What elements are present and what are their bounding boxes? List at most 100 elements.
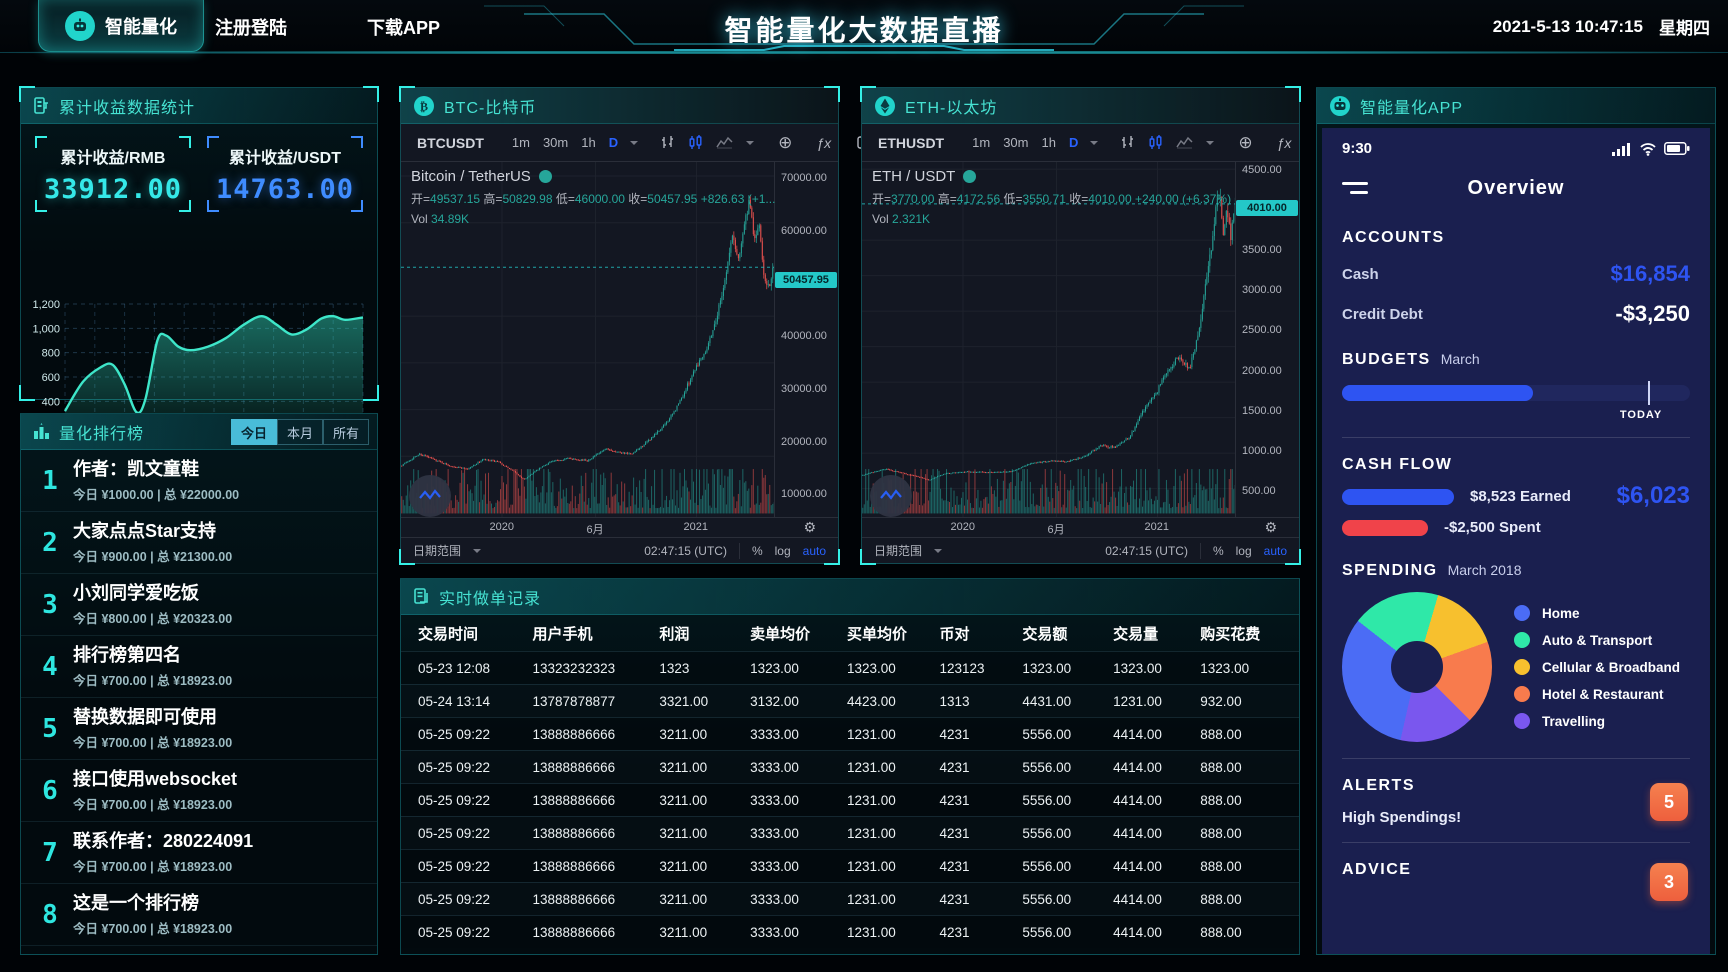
budget-progress-bar[interactable] [1342, 381, 1690, 405]
corner-decoration [207, 136, 219, 148]
svg-text:800: 800 [42, 348, 60, 360]
percent-scale-toggle[interactable]: % [752, 544, 763, 558]
chevron-down-icon[interactable] [746, 140, 755, 149]
table-cell: 3333.00 [750, 924, 799, 940]
column-header: 购买花费 [1200, 625, 1261, 643]
interval-1m[interactable]: 1m [512, 135, 530, 150]
candles-style-icon[interactable] [1148, 135, 1163, 150]
table-cell: 13888886666 [532, 792, 616, 808]
utc-time[interactable]: 02:47:15 (UTC) [1105, 544, 1188, 558]
price-tick: 20000.00 [781, 435, 827, 448]
header-glow-line [0, 51, 1728, 54]
leaderboard-entry-text: 联系作者：280224091 今日 ¥700.00 | 总 ¥18923.00 [73, 830, 371, 875]
alert-message: High Spendings! [1342, 809, 1462, 826]
date-range-control[interactable]: 日期范围 [874, 542, 922, 559]
interval-30m[interactable]: 30m [1003, 135, 1028, 150]
table-cell: 5556.00 [1022, 726, 1072, 742]
legend-item: Auto & Transport [1514, 632, 1680, 648]
rank-number: 2 [42, 527, 58, 558]
fx-indicator-icon[interactable]: ƒx [816, 135, 831, 151]
interval-30m[interactable]: 30m [543, 135, 568, 150]
btc-chart-body[interactable]: Bitcoin / TetherUS 开=49537.15 高=50829.98… [401, 162, 838, 563]
orders-table-header: 交易时间 用户手机 利润 卖单均价 买单均价 币对 交易额 交易量 购买花费 [401, 615, 1299, 651]
table-cell: 3333.00 [750, 759, 799, 775]
indicator-icon[interactable] [1176, 136, 1193, 149]
fx-indicator-icon[interactable]: ƒx [1277, 135, 1292, 151]
interval-1m[interactable]: 1m [972, 135, 990, 150]
table-cell: 05-25 09:22 [418, 726, 491, 742]
interval-D[interactable]: D [1069, 135, 1078, 150]
corner-decoration [363, 414, 377, 428]
table-cell: 3333.00 [750, 891, 799, 907]
table-cell: 1231.00 [847, 759, 896, 775]
table-cell: 13787878877 [532, 693, 616, 709]
utc-time[interactable]: 02:47:15 (UTC) [644, 544, 727, 558]
chevron-down-icon[interactable] [473, 548, 482, 557]
price-tick: 60000.00 [781, 224, 827, 237]
column-header: 利润 [659, 625, 690, 643]
bitcoin-icon: ₿ [414, 95, 434, 116]
leaderboard-tab-今日[interactable]: 今日 [231, 419, 277, 445]
symbol-label[interactable]: BTCUSDT [401, 135, 500, 151]
time-tick: 2021 [683, 521, 709, 533]
compare-plus-icon[interactable]: ⊕ [1238, 133, 1252, 153]
btc-price-axis[interactable]: 70000.00 60000.00 40000.00 30000.00 20000.00… [774, 162, 838, 563]
nav-download-app[interactable]: 下载APP [367, 14, 440, 40]
chevron-down-icon[interactable] [934, 548, 943, 557]
table-cell: 1231.00 [847, 825, 896, 841]
log-scale-toggle[interactable]: log [1236, 544, 1252, 558]
spending-donut-chart[interactable] [1342, 592, 1492, 742]
gear-icon[interactable]: ⚙ [803, 519, 816, 536]
top-nav: 注册登陆 下载APP [215, 0, 440, 53]
auto-scale-toggle[interactable]: auto [803, 544, 826, 558]
btc-time-axis[interactable]: ⚙ 2020 6月 2021 [401, 517, 838, 537]
table-cell: 888.00 [1200, 726, 1242, 742]
status-time: 9:30 [1342, 140, 1373, 157]
eth-price-axis[interactable]: 4500.00 3500.00 3000.00 2500.00 2000.00 1500.… [1235, 162, 1299, 563]
table-cell: 1323.00 [1200, 660, 1250, 676]
trader-earnings: 今日 ¥700.00 | 总 ¥18923.00 [73, 859, 233, 874]
eth-chart-body[interactable]: ETH / USDT 开=3770.00 高=4172.56 低=3550.71… [862, 162, 1299, 563]
chevron-down-icon[interactable] [630, 140, 639, 149]
top-header: 智能量化 注册登陆 下载APP 智能量化大数据直播 2021-5-13 10:4… [0, 0, 1728, 54]
nav-register-login[interactable]: 注册登陆 [215, 14, 287, 40]
symbol-label[interactable]: ETHUSDT [862, 135, 960, 151]
corner-decoration [351, 200, 363, 212]
rank-number: 8 [42, 899, 58, 930]
stat-total-rmb: 累计收益/RMB 33912.00 [35, 136, 191, 212]
tradingview-watermark [870, 475, 912, 517]
table-cell: 3333.00 [750, 825, 799, 841]
table-cell: 1313 [939, 693, 970, 709]
interval-1h[interactable]: 1h [1041, 135, 1055, 150]
gear-icon[interactable]: ⚙ [1264, 519, 1277, 536]
date-range-control[interactable]: 日期范围 [413, 542, 461, 559]
auto-scale-toggle[interactable]: auto [1264, 544, 1287, 558]
chevron-down-icon[interactable] [1090, 140, 1099, 149]
table-cell: 3333.00 [750, 858, 799, 874]
stat-row: 累计收益/RMB 33912.00 累计收益/USDT 14763.00 [21, 124, 377, 212]
indicator-icon[interactable] [716, 136, 733, 149]
price-tick: 70000.00 [781, 171, 827, 184]
leaderboard-tab-本月[interactable]: 本月 [277, 419, 323, 445]
log-scale-toggle[interactable]: log [775, 544, 791, 558]
logo-tab[interactable]: 智能量化 [38, 0, 204, 52]
table-cell: 4231 [939, 726, 970, 742]
bars-style-icon[interactable] [1120, 135, 1135, 150]
alerts-badge[interactable]: 5 [1650, 783, 1688, 821]
realtime-orders-panel: 实时做单记录 交易时间 用户手机 利润 卖单均价 买单均价 币对 交易额 交易量 购买花费 05… [400, 578, 1300, 955]
table-cell: 4414.00 [1113, 858, 1162, 874]
today-label: TODAY [1619, 409, 1663, 421]
panel-title: BTC-比特币 [444, 99, 537, 117]
percent-scale-toggle[interactable]: % [1213, 544, 1224, 558]
menu-icon[interactable] [1342, 182, 1368, 194]
interval-1h[interactable]: 1h [581, 135, 595, 150]
eth-time-axis[interactable]: ⚙ 2020 6月 2021 [862, 517, 1299, 537]
compare-plus-icon[interactable]: ⊕ [778, 133, 792, 153]
phone-mockup: 9:30 Overview ACCOUNTS Cash $16,854 Credit… [1322, 128, 1710, 954]
candles-style-icon[interactable] [688, 135, 703, 150]
table-cell: 3333.00 [750, 726, 799, 742]
interval-D[interactable]: D [609, 135, 618, 150]
bars-style-icon[interactable] [660, 135, 675, 150]
chevron-down-icon[interactable] [1206, 140, 1215, 149]
advice-badge[interactable]: 3 [1650, 863, 1688, 901]
